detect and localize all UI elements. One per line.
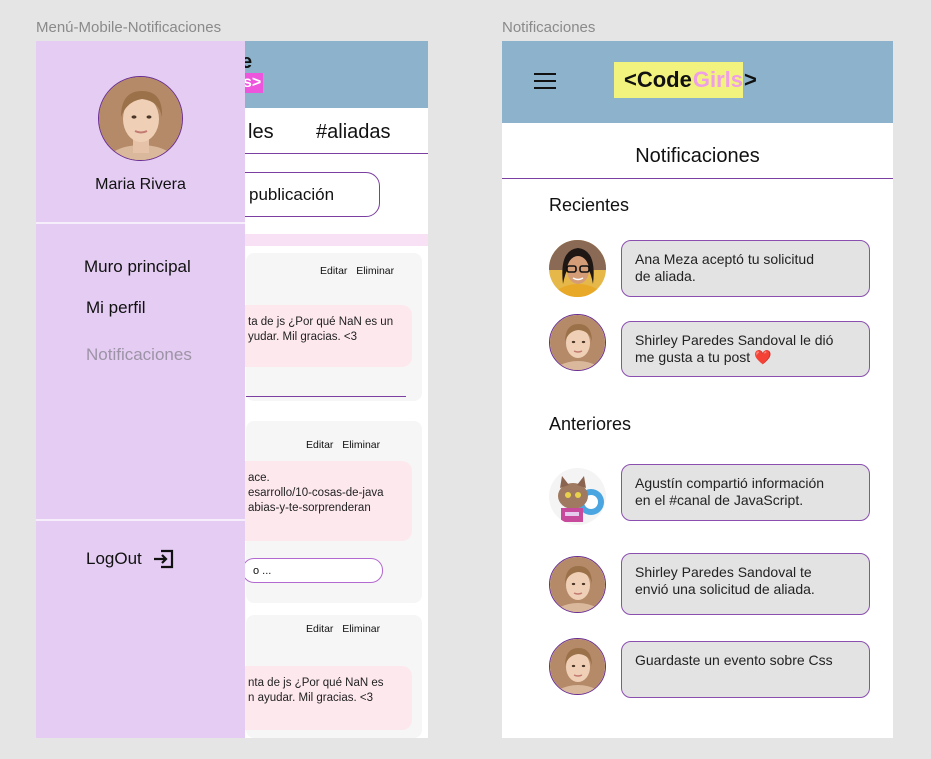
comment-input[interactable]: o ... bbox=[242, 558, 383, 583]
logout-button[interactable]: LogOut bbox=[86, 549, 174, 569]
title-underline bbox=[502, 178, 893, 179]
avatar-ana-icon bbox=[549, 240, 606, 297]
delete-button[interactable]: Eliminar bbox=[356, 265, 394, 277]
logout-label: LogOut bbox=[86, 549, 142, 568]
post-actions: Editar Eliminar bbox=[306, 623, 380, 635]
notification-text: en el #canal de JavaScript. bbox=[635, 492, 804, 508]
post-line: ace. bbox=[248, 472, 270, 484]
frame-label-menu: Menú-Mobile-Notificaciones bbox=[36, 19, 222, 36]
new-post-label: publicación bbox=[249, 185, 335, 204]
post-line: yudar. Mil gracias. <3 bbox=[248, 331, 357, 343]
notification-item[interactable]: Guardaste un evento sobre Css bbox=[621, 641, 870, 698]
notification-text: Guardaste un evento sobre Css bbox=[635, 652, 833, 668]
page-title: Notificaciones bbox=[635, 145, 760, 167]
notification-text: Ana Meza aceptó tu solicitud bbox=[635, 251, 814, 267]
frame-label-notificaciones: Notificaciones bbox=[502, 19, 596, 36]
post-line: ta de js ¿Por qué NaN es un bbox=[248, 316, 394, 328]
section-title-recientes: Recientes bbox=[549, 195, 630, 215]
menu-item-muro-principal[interactable]: Muro principal bbox=[84, 257, 191, 277]
menu-item-notificaciones[interactable]: Notificaciones bbox=[86, 345, 192, 365]
post-actions: Editar Eliminar bbox=[306, 439, 380, 451]
post-text: nta de js ¿Por qué NaN es n ayudar. Mil … bbox=[236, 666, 412, 730]
edit-button[interactable]: Editar bbox=[306, 439, 333, 451]
avatar[interactable] bbox=[549, 556, 606, 613]
avatar[interactable] bbox=[549, 638, 606, 695]
avatar[interactable] bbox=[549, 468, 606, 525]
post-line: n ayudar. Mil gracias. <3 bbox=[248, 692, 373, 704]
comment-placeholder: o ... bbox=[253, 565, 272, 577]
logo-close-text: > bbox=[744, 66, 757, 92]
drawer-divider bbox=[36, 519, 245, 521]
notification-text: Agustín compartió información bbox=[635, 475, 825, 491]
avatar-shirley-icon bbox=[550, 315, 605, 370]
avatar-shirley-icon bbox=[550, 557, 605, 612]
avatar[interactable] bbox=[549, 240, 606, 297]
notification-text: de aliada. bbox=[635, 268, 696, 284]
side-menu-drawer: Maria Rivera Muro principal Mi perfil No… bbox=[36, 41, 245, 738]
notification-item[interactable]: Ana Meza aceptó tu solicitud de aliada. bbox=[621, 240, 870, 297]
hamburger-menu-icon[interactable] bbox=[534, 73, 556, 89]
logo-code-text: <Code bbox=[624, 66, 692, 92]
edit-button[interactable]: Editar bbox=[320, 265, 347, 277]
logout-icon bbox=[153, 549, 173, 569]
delete-button[interactable]: Eliminar bbox=[342, 623, 380, 635]
notification-text: Shirley Paredes Sandoval te bbox=[635, 564, 812, 580]
menu-item-mi-perfil[interactable]: Mi perfil bbox=[86, 298, 146, 318]
notification-item[interactable]: Shirley Paredes Sandoval te envió una so… bbox=[621, 553, 870, 615]
notification-text-line2: me gusta a tu post ❤️ bbox=[635, 349, 857, 366]
notification-text: me gusta a tu post bbox=[635, 349, 751, 365]
avatar-self-icon bbox=[550, 639, 605, 694]
post-line: esarrollo/10-cosas-de-java bbox=[248, 487, 384, 499]
drawer-divider bbox=[36, 222, 245, 224]
logo-highlight: <Code Girls bbox=[614, 61, 743, 98]
post-line: nta de js ¿Por qué NaN es bbox=[248, 677, 384, 689]
tab-aliadas[interactable]: #aliadas bbox=[316, 121, 391, 144]
notification-text: Shirley Paredes Sandoval le dió bbox=[635, 332, 834, 348]
menu-mobile-frame: e s> les #aliadas publicación Editar Eli… bbox=[36, 41, 428, 738]
post-text: ta de js ¿Por qué NaN es un yudar. Mil g… bbox=[236, 305, 412, 367]
codegirls-logo: <Code Girls > bbox=[614, 60, 757, 99]
edit-button[interactable]: Editar bbox=[306, 623, 333, 635]
avatar-portrait-icon bbox=[99, 77, 182, 160]
avatar[interactable] bbox=[549, 314, 606, 371]
user-avatar[interactable] bbox=[98, 76, 183, 161]
post-line: abias-y-te-sorprenderan bbox=[248, 502, 371, 514]
heart-icon: ❤️ bbox=[754, 349, 772, 365]
logo-girls-text: Girls bbox=[692, 66, 743, 92]
post-actions: Editar Eliminar bbox=[320, 265, 394, 277]
post-divider bbox=[246, 396, 406, 397]
delete-button[interactable]: Eliminar bbox=[342, 439, 380, 451]
notification-item[interactable]: Shirley Paredes Sandoval le dió me gusta… bbox=[621, 321, 870, 377]
post-text: ace. esarrollo/10-cosas-de-java abias-y-… bbox=[236, 461, 412, 541]
tab-partial[interactable]: les bbox=[248, 121, 274, 144]
notification-item[interactable]: Agustín compartió información en el #can… bbox=[621, 464, 870, 521]
user-name: Maria Rivera bbox=[95, 176, 186, 193]
section-title-anteriores: Anteriores bbox=[549, 414, 632, 434]
notification-text: envió una solicitud de aliada. bbox=[635, 581, 815, 597]
avatar-agustin-cat-icon bbox=[549, 468, 606, 525]
notificaciones-frame: <Code Girls > Notificaciones Recientes A… bbox=[502, 41, 893, 738]
